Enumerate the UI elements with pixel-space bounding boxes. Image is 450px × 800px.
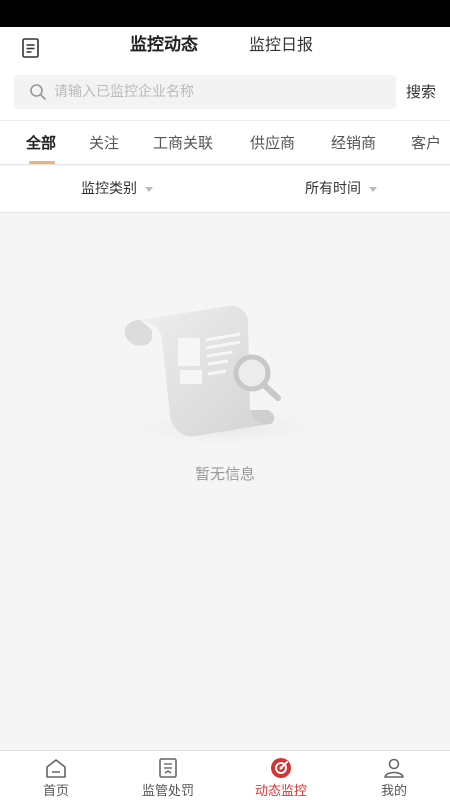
caret-down-icon [369,186,377,192]
home-icon [46,759,66,778]
category-tabs: 全部 关注 工商关联 供应商 经销商 客户 [0,120,450,165]
tabbar-monitor-label: 动态监控 [254,784,307,799]
tabbar-home[interactable]: 首页 [0,751,112,800]
status-bar [0,0,450,27]
filter-bar: 监控类别 所有时间 [0,166,450,213]
top-header: 监控动态 监控日报 [0,27,450,65]
empty-state: 暂无信息 [0,213,450,750]
filter-time-range[interactable]: 所有时间 [305,179,377,199]
search-button[interactable]: 搜索 [406,81,436,103]
tabbar-home-label: 首页 [42,784,69,799]
empty-document-illustration [105,305,345,448]
tabbar-penalties-label: 监管处罚 [141,784,194,799]
filter-time-range-label: 所有时间 [305,181,361,197]
search-bar: 搜索 [0,65,450,120]
search-icon [30,84,46,100]
document-icon [159,758,177,778]
caret-down-icon [145,186,153,192]
tabbar-penalties[interactable]: 监管处罚 [112,751,224,800]
search-input[interactable] [54,75,384,109]
user-icon [384,758,404,778]
category-customer[interactable]: 客户 [411,133,441,153]
tab-daily-report[interactable]: 监控日报 [249,34,313,56]
search-box[interactable] [14,75,396,109]
active-category-indicator [29,161,55,164]
tabbar-profile-label: 我的 [380,784,407,799]
tabbar-profile[interactable]: 我的 [338,751,450,800]
bottom-tab-bar: 首页 监管处罚 动态监控 我的 [0,750,450,800]
filter-monitor-type-label: 监控类别 [81,181,137,197]
category-follow[interactable]: 关注 [89,133,119,153]
category-distributor[interactable]: 经销商 [331,133,376,153]
category-business-link[interactable]: 工商关联 [153,133,213,153]
tabbar-monitor[interactable]: 动态监控 [225,751,337,800]
category-all[interactable]: 全部 [26,133,56,153]
document-list-icon[interactable] [20,36,42,60]
empty-message: 暂无信息 [194,465,255,483]
monitor-icon [271,758,291,778]
filter-monitor-type[interactable]: 监控类别 [81,179,153,199]
tab-monitor-feed[interactable]: 监控动态 [130,34,198,56]
category-supplier[interactable]: 供应商 [250,133,295,153]
